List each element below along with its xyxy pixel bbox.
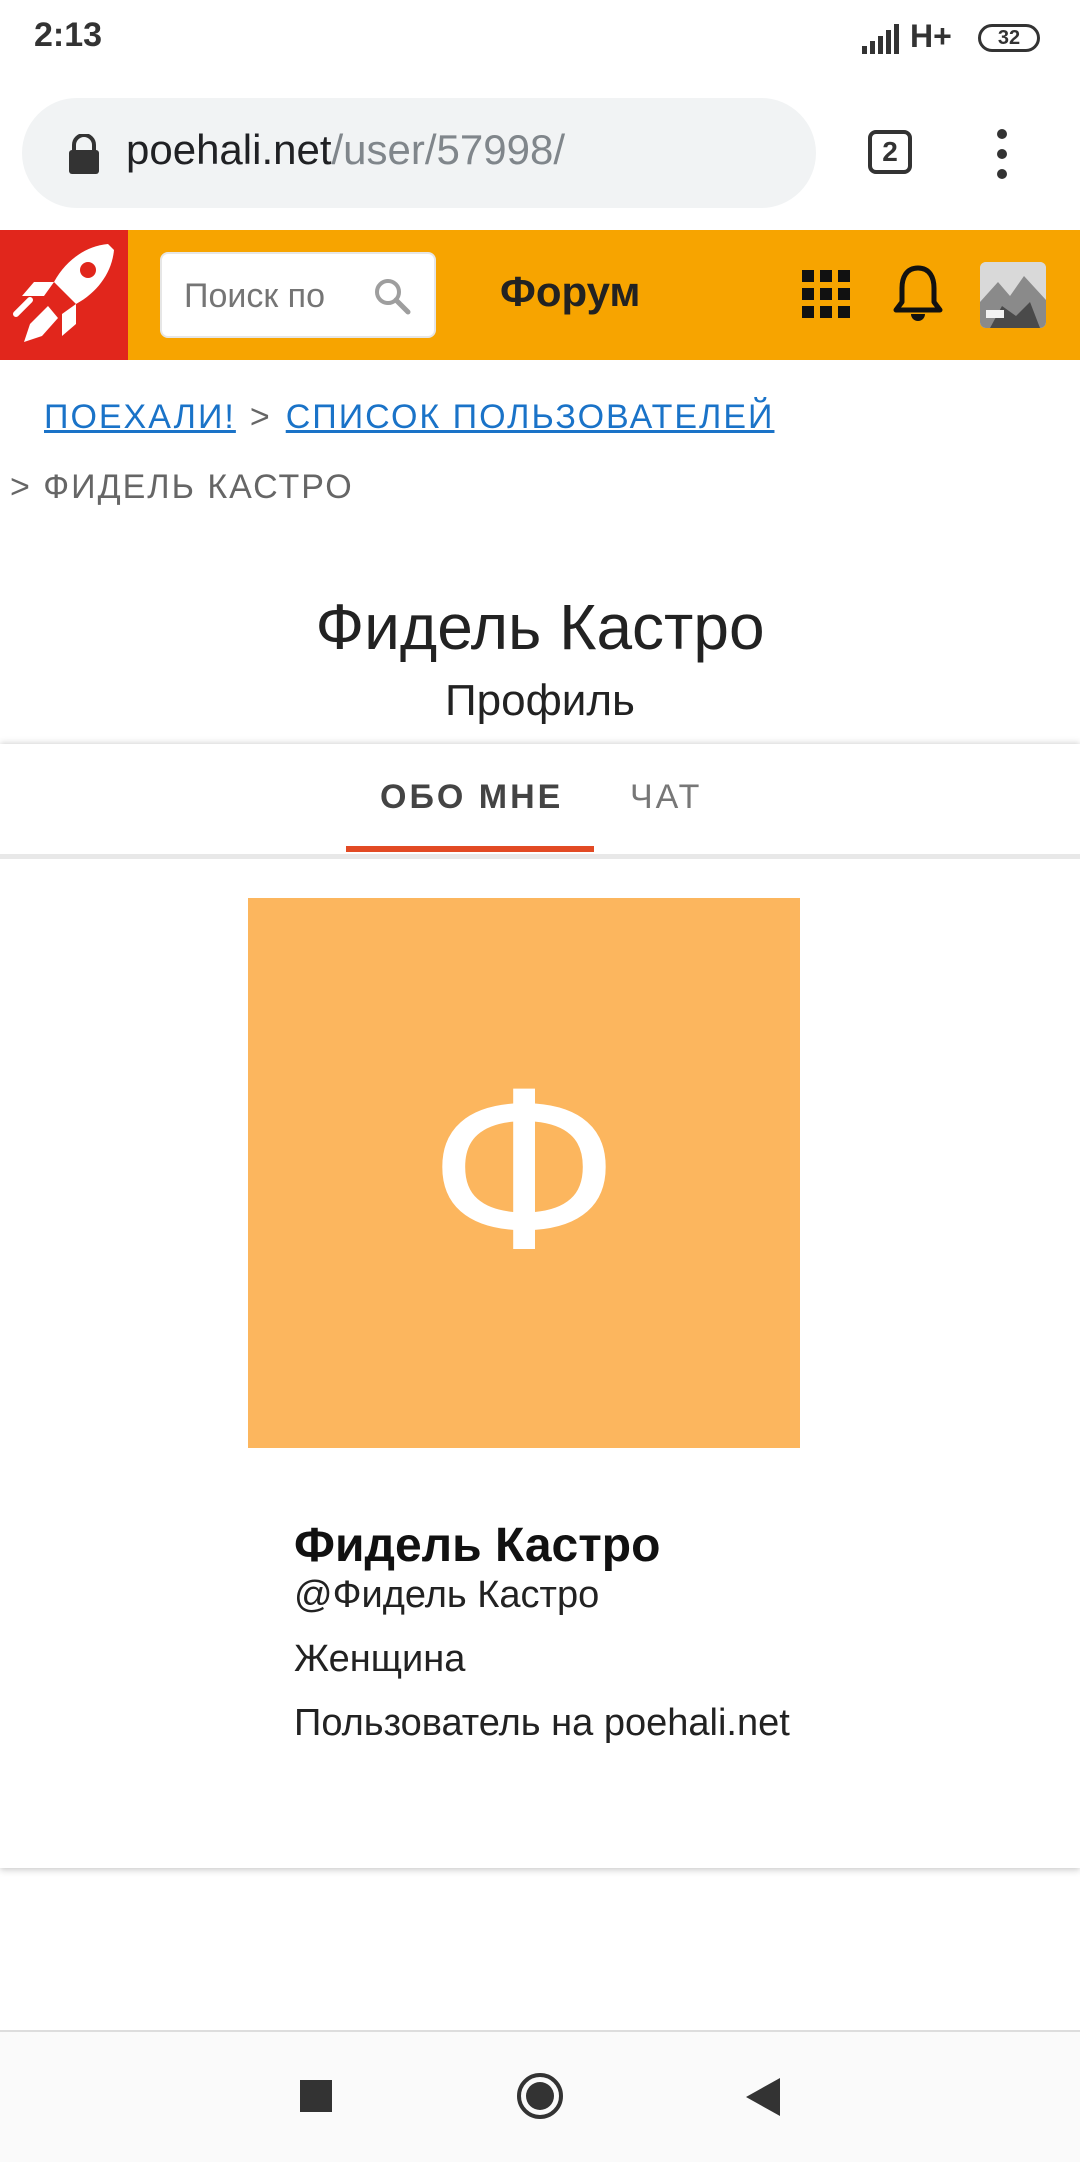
search-input[interactable]: [182, 270, 362, 322]
home-button[interactable]: [516, 2072, 564, 2120]
rocket-icon: [13, 244, 114, 342]
profile-role: Пользователь на poehali.net: [294, 1702, 790, 1744]
bell-icon[interactable]: [892, 264, 944, 322]
status-bar: 2:13 H+ 32: [0, 0, 1080, 78]
url-text[interactable]: poehali.net/user/57998/: [126, 126, 565, 174]
tab-about[interactable]: ОБО МНЕ: [380, 778, 563, 817]
battery-icon: 32: [978, 24, 1040, 52]
status-time: 2:13: [34, 16, 103, 54]
profile-avatar: Ф: [248, 898, 800, 1448]
active-tab-indicator: [346, 846, 594, 852]
network-type: H+: [910, 18, 952, 54]
profile-name: Фидель Кастро: [294, 1519, 661, 1572]
tab-switcher-button[interactable]: 2: [868, 130, 912, 174]
signal-icon: [862, 24, 899, 54]
breadcrumb-home-link[interactable]: ПОЕХАЛИ!: [44, 398, 236, 436]
more-options-icon[interactable]: [990, 126, 1014, 182]
profile-card: ОБО МНЕ ЧАТ Ф Фидель Кастро @Фидель Каст…: [0, 744, 1080, 1868]
tab-chat[interactable]: ЧАТ: [630, 778, 702, 817]
breadcrumb-separator: >: [249, 398, 272, 436]
user-avatar[interactable]: [980, 262, 1046, 328]
page-title: Фидель Кастро: [315, 591, 765, 663]
breadcrumb-current: > ФИДЕЛЬ КАСТРО: [10, 468, 354, 506]
address-bar[interactable]: poehali.net/user/57998/: [22, 98, 816, 208]
search-box[interactable]: [160, 252, 436, 338]
url-path: /user/57998/: [331, 126, 566, 173]
forum-link[interactable]: Форум: [500, 268, 640, 316]
site-logo[interactable]: [0, 230, 128, 360]
url-domain: poehali.net: [126, 126, 332, 173]
avatar-image: [980, 262, 1046, 328]
tab-bar: ОБО МНЕ ЧАТ: [0, 744, 1080, 859]
search-icon[interactable]: [372, 276, 412, 316]
browser-toolbar: poehali.net/user/57998/ 2: [0, 78, 1080, 230]
avatar-letter: Ф: [429, 1045, 619, 1301]
system-navigation-bar: [0, 2030, 1080, 2162]
apps-grid-icon[interactable]: [802, 270, 850, 318]
site-header: Форум: [0, 230, 1080, 360]
lock-icon: [69, 134, 99, 174]
breadcrumb-users-link[interactable]: СПИСОК ПОЛЬЗОВАТЕЛЕЙ: [286, 398, 775, 436]
profile-gender: Женщина: [294, 1638, 466, 1680]
page-subtitle: Профиль: [445, 676, 635, 725]
back-button[interactable]: [742, 2076, 782, 2118]
profile-handle: @Фидель Кастро: [294, 1574, 600, 1616]
recents-button[interactable]: [300, 2080, 332, 2112]
